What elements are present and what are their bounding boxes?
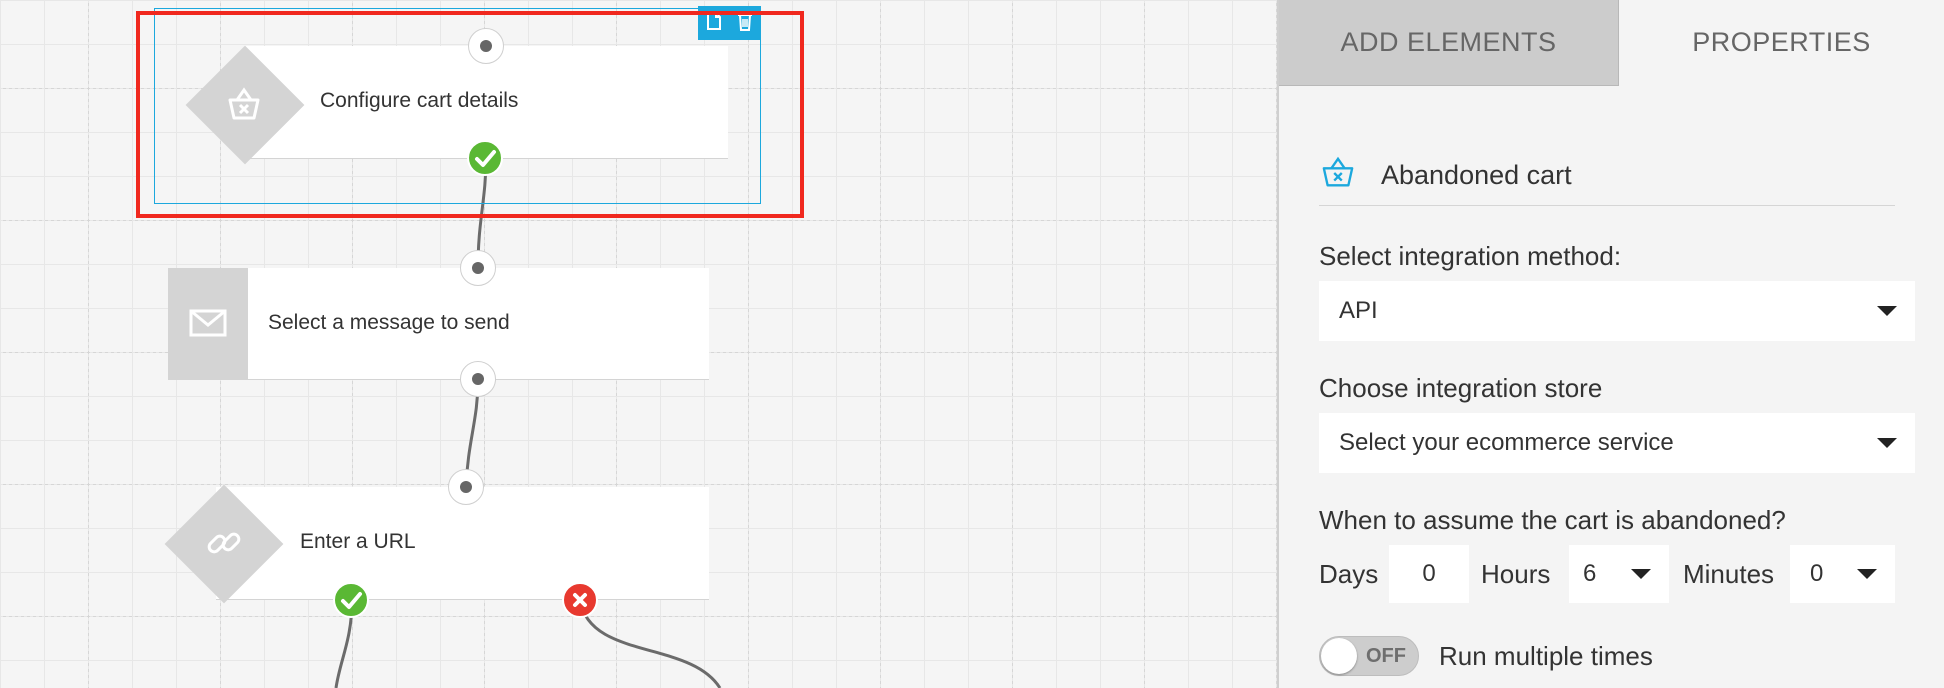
node-label: Select a message to send xyxy=(268,311,510,334)
integration-store-value: Select your ecommerce service xyxy=(1339,429,1674,456)
chevron-down-icon xyxy=(1631,569,1651,579)
chevron-down-icon xyxy=(1877,306,1897,316)
minutes-value: 0 xyxy=(1810,560,1824,587)
toggle-knob xyxy=(1321,638,1357,674)
days-label: Days xyxy=(1319,559,1379,589)
days-input[interactable]: 0 xyxy=(1389,545,1469,603)
output-port[interactable] xyxy=(460,361,496,397)
input-port[interactable] xyxy=(460,250,496,286)
abandon-time-row: Days 0 Hours 6 Minutes 0 xyxy=(1319,545,1919,603)
hours-label: Hours xyxy=(1481,559,1551,589)
highlight-frame xyxy=(136,11,804,218)
input-port[interactable] xyxy=(448,469,484,505)
properties-panel: ADD ELEMENTS PROPERTIES Abandoned cart S… xyxy=(1277,0,1944,688)
element-header: Abandoned cart xyxy=(1319,145,1895,206)
run-multiple-toggle[interactable]: OFF xyxy=(1319,636,1419,676)
integration-store-select[interactable]: Select your ecommerce service xyxy=(1319,413,1915,473)
close-icon[interactable] xyxy=(562,582,598,618)
tab-properties[interactable]: PROPERTIES xyxy=(1619,0,1944,85)
days-value: 0 xyxy=(1422,560,1436,587)
link-icon xyxy=(204,523,244,568)
minutes-select[interactable]: 0 xyxy=(1790,545,1895,603)
wire-url-fail-out xyxy=(578,599,722,688)
toggle-state: OFF xyxy=(1366,645,1406,667)
check-icon[interactable] xyxy=(333,582,369,618)
integration-method-label: Select integration method: xyxy=(1319,241,1622,271)
element-name: Abandoned cart xyxy=(1381,159,1572,190)
minutes-label: Minutes xyxy=(1683,559,1775,589)
chevron-down-icon xyxy=(1877,438,1897,448)
hours-select[interactable]: 6 xyxy=(1569,545,1669,603)
envelope-icon xyxy=(189,309,227,342)
integration-method-select[interactable]: API xyxy=(1319,281,1915,341)
workflow-canvas[interactable]: Configure cart details Select a message … xyxy=(0,0,1277,688)
chevron-down-icon xyxy=(1857,569,1877,579)
integration-method-value: API xyxy=(1339,297,1378,324)
hours-value: 6 xyxy=(1583,560,1597,587)
integration-store-label: Choose integration store xyxy=(1319,373,1603,403)
node-label: Enter a URL xyxy=(300,530,416,553)
tab-divider xyxy=(1279,85,1619,86)
abandon-time-label: When to assume the cart is abandoned? xyxy=(1319,505,1786,535)
run-multiple-label: Run multiple times xyxy=(1439,641,1653,671)
basket-icon xyxy=(1319,156,1357,195)
tab-add-elements[interactable]: ADD ELEMENTS xyxy=(1279,0,1619,85)
